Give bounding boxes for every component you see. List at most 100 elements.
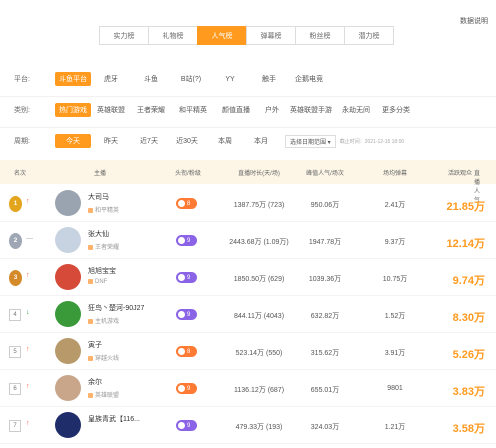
trend-icon: ↑ — [26, 272, 30, 279]
table-row[interactable]: 5 ↑ 寅子 穿越火线 8 523.14万 (550) 315.62万 3.91万 5.26万 — [0, 334, 496, 370]
header-col-5: 场均弹幕 — [382, 171, 408, 177]
category-option-0[interactable]: 热门游戏 — [55, 103, 91, 117]
category-icon — [88, 392, 93, 398]
level-value: 8 — [187, 200, 191, 207]
time-option-0[interactable]: 今天 — [55, 134, 91, 148]
table-row[interactable]: 6 ↑ 余尔 英雄联盟 9 1136.12万 (687) 655.01万 9801 3.83万 — [0, 371, 496, 407]
popularity-value: 12.14万 — [446, 238, 485, 250]
danmu-value: 9801 — [387, 385, 403, 392]
level-value: 9 — [187, 274, 191, 281]
duration-value: 1850.50万 (629) — [233, 276, 285, 283]
tab-3[interactable]: 弹幕榜 — [246, 26, 296, 45]
streamer-category: 和平精英 — [88, 205, 119, 214]
category-option-7[interactable]: 永劫无间 — [335, 103, 377, 117]
platform-option-5[interactable]: 触手 — [249, 72, 289, 86]
tab-4[interactable]: 粉丝榜 — [295, 26, 345, 45]
avatar[interactable] — [55, 227, 81, 253]
category-icon — [88, 318, 93, 324]
tab-5[interactable]: 潜力榜 — [344, 26, 394, 45]
duration-value: 2443.68万 (1.09万) — [229, 239, 289, 246]
time-option-3[interactable]: 近30天 — [167, 134, 207, 148]
streamer-name[interactable]: 余尔 — [88, 377, 102, 387]
danmu-value: 2.41万 — [384, 202, 406, 209]
category-option-6[interactable]: 英雄联盟手游 — [287, 103, 335, 117]
time-filter-label: 周期: — [14, 138, 30, 145]
table-row[interactable]: 7 ↑ 皇族青武【116... 9 479.33万 (193) 324.03万 1.21万 3… — [0, 408, 496, 444]
streamer-name[interactable]: 张大仙 — [88, 229, 109, 239]
streamer-name[interactable]: 旭旭宝宝 — [88, 266, 116, 276]
duration-value: 1387.75万 (723) — [233, 202, 285, 209]
danmu-value: 3.91万 — [384, 350, 406, 357]
tab-1[interactable]: 礼物榜 — [148, 26, 198, 45]
level-icon — [178, 348, 185, 355]
avatar[interactable] — [55, 301, 81, 327]
level-badge: 9 — [176, 272, 197, 283]
duration-value: 1136.12万 (687) — [233, 387, 285, 394]
category-option-4[interactable]: 颜值直播 — [215, 103, 257, 117]
time-option-2[interactable]: 近7天 — [131, 134, 167, 148]
danmu-value: 9.37万 — [384, 239, 406, 246]
popularity-value: 3.58万 — [452, 423, 485, 435]
category-option-1[interactable]: 英雄联盟 — [91, 103, 131, 117]
category-option-5[interactable]: 户外 — [257, 103, 287, 117]
time-option-1[interactable]: 昨天 — [91, 134, 131, 148]
avatar[interactable] — [55, 375, 81, 401]
category-icon — [88, 279, 93, 284]
trend-icon: ↑ — [26, 346, 30, 353]
category-option-8[interactable]: 更多分类 — [377, 103, 415, 117]
avatar[interactable] — [55, 264, 81, 290]
tab-2[interactable]: 人气榜 — [197, 26, 247, 45]
category-icon — [88, 207, 93, 213]
peak-value: 1947.78万 — [308, 239, 342, 246]
duration-value: 844.11万 (4043) — [233, 313, 285, 320]
category-icon — [88, 355, 93, 361]
platform-option-0[interactable]: 斗鱼平台 — [55, 72, 91, 86]
level-badge: 9 — [176, 309, 197, 320]
streamer-name[interactable]: 狂鸟丶楚河-90J27 — [88, 303, 144, 313]
streamer-category: DNF — [88, 279, 107, 285]
table-row[interactable]: 3 ↑ 旭旭宝宝 DNF 9 1850.50万 (629) 1039.36万 10.75万 9.… — [0, 260, 496, 296]
avatar[interactable] — [55, 338, 81, 364]
platform-option-1[interactable]: 虎牙 — [91, 72, 131, 86]
danmu-value: 10.75万 — [382, 276, 408, 283]
header-col-2: 头衔/粉级 — [175, 171, 201, 177]
platform-option-2[interactable]: 斗鱼 — [131, 72, 171, 86]
header-col-3: 直播时长(天/场) — [238, 171, 280, 177]
danmu-value: 1.21万 — [384, 424, 406, 431]
peak-value: 315.62万 — [310, 350, 340, 357]
table-row[interactable]: 2 — 张大仙 王者荣耀 9 2443.68万 (1.09万) 1947.78万 9.37万 1… — [0, 223, 496, 259]
platform-filter-row: 平台: 斗鱼平台 虎牙 斗鱼 B站(?) YY 触手 企鹅电竞 — [0, 70, 329, 88]
category-filter-label: 类别: — [14, 107, 30, 114]
level-icon — [178, 237, 185, 244]
rank-number: 4 — [9, 309, 21, 321]
category-option-3[interactable]: 和平精英 — [171, 103, 215, 117]
time-option-5[interactable]: 本月 — [243, 134, 279, 148]
level-icon — [178, 422, 185, 429]
header-col-4: 峰值人气/场次 — [306, 171, 344, 177]
category-filter-row: 类别: 热门游戏 英雄联盟 王者荣耀 和平精英 颜值直播 户外 英雄联盟手游 永劫无间 更多分类 — [0, 101, 415, 119]
category-option-2[interactable]: 王者荣耀 — [131, 103, 171, 117]
category-label: 王者荣耀 — [95, 245, 120, 251]
trend-icon: ↑ — [26, 383, 30, 390]
platform-option-6[interactable]: 企鹅电竞 — [289, 72, 329, 86]
avatar[interactable] — [55, 190, 81, 216]
table-row[interactable]: 4 ↓ 狂鸟丶楚河-90J27 主机游戏 9 844.11万 (4043) 632.82万 1… — [0, 297, 496, 333]
platform-option-3[interactable]: B站(?) — [171, 72, 211, 86]
popularity-value: 9.74万 — [452, 275, 485, 287]
header-col-6: 活跃观众 — [447, 171, 473, 177]
table-row[interactable]: 1 ↑ 大司马 和平精英 8 1387.75万 (723) 950.06万 2.41万 21.8… — [0, 186, 496, 222]
trend-icon: ↑ — [26, 420, 30, 427]
streamer-name[interactable]: 大司马 — [88, 192, 109, 202]
date-range-select[interactable]: 选择日期范围 ▾ — [285, 134, 336, 148]
level-badge: 8 — [176, 198, 197, 209]
deadline-hint: 截止时间：2021-12-15 18:00 — [339, 138, 405, 145]
streamer-name[interactable]: 皇族青武【116... — [88, 414, 140, 424]
streamer-name[interactable]: 寅子 — [88, 340, 102, 350]
data-explanation-link[interactable]: 数据说明 — [460, 16, 488, 26]
time-option-4[interactable]: 本周 — [207, 134, 243, 148]
tab-0[interactable]: 实力榜 — [99, 26, 149, 45]
platform-option-4[interactable]: YY — [211, 72, 249, 86]
rank-number: 5 — [9, 346, 21, 358]
streamer-category: 穿越火线 — [88, 353, 119, 362]
avatar[interactable] — [55, 412, 81, 438]
